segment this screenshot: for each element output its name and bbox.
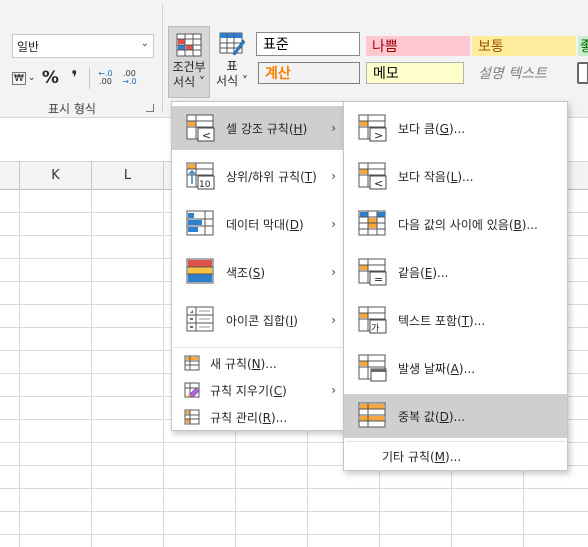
submenu-item-between[interactable]: 다음 값의 사이에 있음(B)... <box>344 202 567 246</box>
submenu-item-date-occurring[interactable]: 발생 날짜(A)... <box>344 346 567 390</box>
submenu-item-label: 보다 큼(G)... <box>398 121 466 136</box>
svg-text:=: = <box>374 273 383 286</box>
menu-item-top-bottom-rules[interactable]: 10 상위/하위 규칙(T) › <box>172 154 344 198</box>
menu-item-highlight-cells-rules[interactable]: < 셀 강조 규칙(H) › <box>172 106 344 150</box>
greater-than-icon: > <box>358 114 387 142</box>
group-divider <box>162 4 163 112</box>
style-neutral[interactable]: 보통 <box>472 36 576 56</box>
submenu-item-label: 기타 규칙(M)... <box>382 449 462 464</box>
color-scales-icon <box>186 258 214 284</box>
duplicate-values-icon <box>358 402 386 428</box>
highlight-cells-rules-icon: < <box>186 114 215 142</box>
submenu-item-less-than[interactable]: < 보다 작음(L)... <box>344 154 567 198</box>
divider <box>89 67 91 89</box>
submenu-item-label: 텍스트 포함(T)... <box>398 313 486 328</box>
number-group-label: 표시 형식 <box>48 102 96 116</box>
menu-item-new-rule[interactable]: 새 규칙(N)... <box>172 351 344 375</box>
style-normal[interactable]: 표준 <box>256 32 360 56</box>
decrease-decimal-button[interactable]: .00 →.0 <box>120 67 138 89</box>
style-note[interactable]: 메모 <box>366 62 464 84</box>
menu-item-label: 규칙 지우기(C) <box>210 383 287 398</box>
menu-item-icon-sets[interactable]: 아이콘 집합(I) › <box>172 298 344 342</box>
chevron-down-icon: ⌄ <box>140 38 149 49</box>
increase-decimal-button[interactable]: ←.0 .00 <box>96 67 114 89</box>
column-header-l[interactable]: L <box>92 162 164 190</box>
table-label-line1: 표 <box>226 59 238 73</box>
menu-item-manage-rules[interactable]: 규칙 관리(R)... <box>172 405 344 429</box>
svg-text:10: 10 <box>199 180 211 190</box>
menu-item-label: 셀 강조 규칙(H) <box>226 121 308 136</box>
submenu-item-label: 보다 작음(L)... <box>398 169 474 184</box>
data-bars-icon <box>186 210 214 236</box>
cf-label-line2: 서식 ˅ <box>173 75 205 89</box>
clear-rules-icon <box>184 382 200 398</box>
submenu-item-label: 발생 날짜(A)... <box>398 361 476 376</box>
menu-item-label: 규칙 관리(R)... <box>210 410 288 425</box>
table-label-line2: 서식 ˅ <box>216 74 248 88</box>
new-rule-icon <box>184 355 200 371</box>
chevron-right-icon: › <box>331 217 336 231</box>
submenu-item-equal-to[interactable]: = 같음(E)... <box>344 250 567 294</box>
style-calculation[interactable]: 계산 <box>258 62 360 84</box>
top-bottom-rules-icon: 10 <box>186 162 215 190</box>
menu-item-label: 아이콘 집합(I) <box>226 313 298 328</box>
menu-divider <box>346 441 565 442</box>
chevron-right-icon: › <box>331 121 336 135</box>
svg-text:<: < <box>202 129 211 142</box>
menu-item-label: 새 규칙(N)... <box>210 356 277 371</box>
currency-format-button[interactable]: ₩ ⌄ <box>12 67 35 89</box>
submenu-item-greater-than[interactable]: > 보다 큼(G)... <box>344 106 567 150</box>
style-more-icon[interactable] <box>577 62 588 84</box>
increase-decimal-bottom: .00 <box>99 77 112 86</box>
svg-text:가: 가 <box>371 323 379 334</box>
submenu-item-label: 중복 값(D)... <box>398 409 465 424</box>
menu-item-color-scales[interactable]: 색조(S) › <box>172 250 344 294</box>
style-good[interactable]: 좋 <box>578 36 588 56</box>
less-than-icon: < <box>358 162 387 190</box>
chevron-right-icon: › <box>331 313 336 327</box>
menu-item-label: 데이터 막대(D) <box>226 217 304 232</box>
svg-text:>: > <box>374 129 383 142</box>
menu-item-label: 색조(S) <box>226 265 266 280</box>
chevron-right-icon: › <box>331 383 336 397</box>
conditional-formatting-menu: < 셀 강조 규칙(H) › 10 상위/하위 규칙(T) › 데이터 막대(D… <box>171 101 345 431</box>
submenu-item-label: 같음(E)... <box>398 265 449 280</box>
conditional-formatting-button[interactable]: 조건부 서식 ˅ <box>168 26 210 98</box>
between-icon <box>358 210 386 236</box>
chevron-right-icon: › <box>331 265 336 279</box>
highlight-cells-rules-submenu: > 보다 큼(G)... < 보다 작음(L)... 다음 값의 사이에 있음(… <box>343 101 568 471</box>
format-as-table-button[interactable]: 표 서식 ˅ <box>212 26 252 98</box>
submenu-item-duplicate-values[interactable]: 중복 값(D)... <box>344 394 567 438</box>
menu-divider <box>174 347 342 348</box>
icon-sets-icon <box>186 306 214 332</box>
chevron-down-icon: ⌄ <box>27 73 36 83</box>
percent-style-button[interactable]: % <box>41 67 59 89</box>
decrease-decimal-bottom: →.0 <box>122 77 137 86</box>
number-format-value: 일반 <box>17 39 40 54</box>
menu-item-clear-rules[interactable]: 규칙 지우기(C) › <box>172 378 344 402</box>
cf-label-line1: 조건부 <box>172 60 206 74</box>
submenu-item-text-contains[interactable]: 가 텍스트 포함(T)... <box>344 298 567 342</box>
comma-style-button[interactable]: ❜ <box>65 67 83 89</box>
menu-item-label: 상위/하위 규칙(T) <box>226 169 317 184</box>
submenu-item-more-rules[interactable]: 기타 규칙(M)... <box>344 444 567 468</box>
currency-icon: ₩ <box>12 71 26 85</box>
text-contains-icon: 가 <box>358 306 387 334</box>
chevron-right-icon: › <box>331 169 336 183</box>
manage-rules-icon <box>184 409 200 425</box>
column-header-k[interactable]: K <box>20 162 92 190</box>
style-explanatory[interactable]: 설명 텍스트 <box>472 62 576 84</box>
number-format-dropdown[interactable]: 일반 ⌄ <box>12 34 154 58</box>
equal-to-icon: = <box>358 258 387 286</box>
submenu-item-label: 다음 값의 사이에 있음(B)... <box>398 217 538 232</box>
style-bad[interactable]: 나쁨 <box>366 36 470 56</box>
svg-text:<: < <box>374 177 383 190</box>
column-header-partial <box>0 162 20 190</box>
conditional-formatting-icon <box>176 33 202 57</box>
number-format-buttons: ₩ ⌄ % ❜ ←.0 .00 .00 →.0 <box>12 66 138 90</box>
format-as-table-icon <box>219 32 245 56</box>
date-occurring-icon <box>358 354 387 382</box>
dialog-launcher-icon[interactable] <box>146 104 154 112</box>
menu-item-data-bars[interactable]: 데이터 막대(D) › <box>172 202 344 246</box>
